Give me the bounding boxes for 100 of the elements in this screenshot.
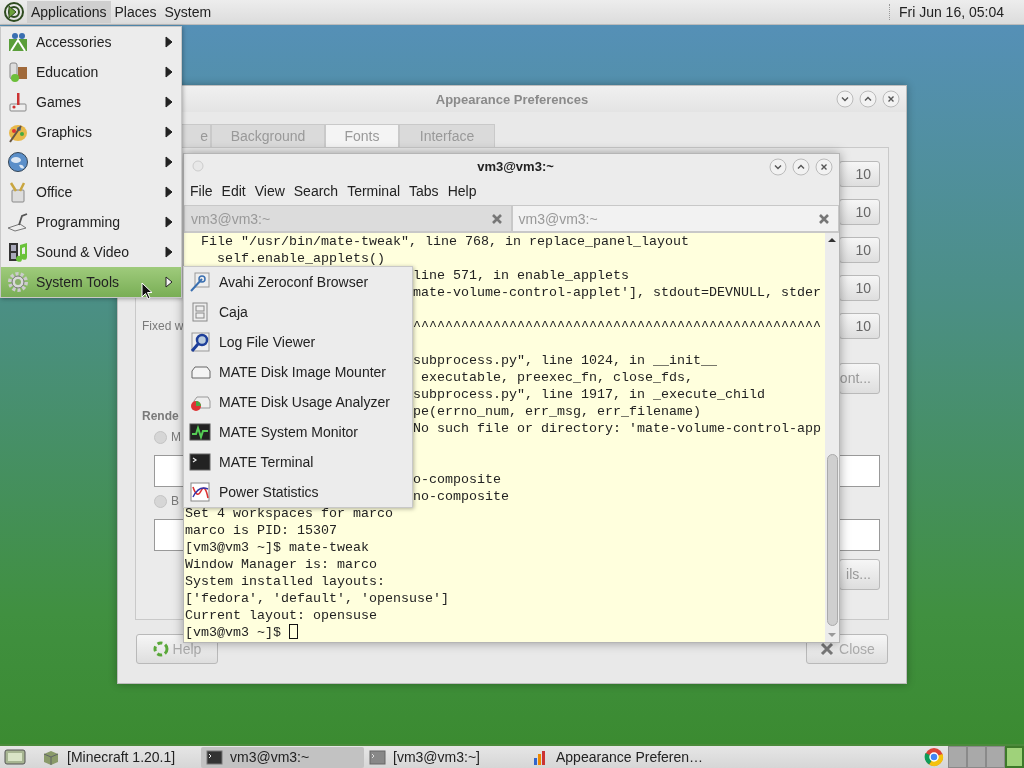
radio-label: M [171,430,181,444]
menu-item[interactable]: Education [1,57,181,87]
clock[interactable]: Fri Jun 16, 05:04 [898,4,1004,20]
menu-item[interactable]: MATE Disk Image Mounter [184,357,412,387]
menu-item[interactable]: Programming [1,207,181,237]
menu-item[interactable]: View [254,183,289,199]
submenu-arrow-icon [165,186,173,198]
close-icon [819,641,836,657]
radio-label: B [171,494,179,508]
workspace[interactable] [1005,746,1024,768]
taskbar-button[interactable]: Appearance Preferen… [527,746,710,768]
flask-icon [7,61,29,83]
submenu-arrow-icon [165,156,173,168]
cabinet-icon [189,301,211,323]
radio-button[interactable] [154,494,167,508]
terminal-line: ^^^^^^^^^^^^^^^^^^^^^^^^^^^^^^^^^^^^^^^^^^^^^^^^^^^ [413,319,821,334]
browser-icon[interactable] [924,747,944,767]
submenu-arrow-icon [165,216,173,228]
terminal-line: executable, preexec_fn, close_fds, [420,370,693,385]
terminal-line: o-composite [413,472,501,487]
terminal-icon [206,748,223,766]
menu-item[interactable]: Power Statistics [184,477,412,507]
panel-menu[interactable]: Applications [27,1,111,23]
menu-item[interactable]: Caja [184,297,412,327]
scrollbar-thumb[interactable] [826,454,838,626]
gear-icon [7,271,29,293]
terminal-line: no-composite [413,489,509,504]
show-desktop-icon[interactable] [4,748,26,766]
mouse-pointer-icon [141,282,153,300]
minimize-button[interactable] [769,158,787,176]
lifebuoy-icon [152,641,169,657]
magnifier-icon [189,331,211,353]
submenu-arrow-icon [165,36,173,48]
font-size-button[interactable]: 10 [839,313,880,339]
menu-item[interactable]: Avahi Zeroconf Browser [184,267,412,297]
window-title: vm3@vm3:~ [477,159,554,174]
menu-item[interactable]: Accessories [1,27,181,57]
terminal-line: marco is PID: 15307 [185,523,337,538]
scrollbar[interactable] [825,233,839,642]
menu-item[interactable]: MATE Terminal [184,447,412,477]
terminal-line: mate-volume-control-applet'], stdout=DEVNULL, stder [413,285,821,300]
terminal-line: ['fedora', 'default', 'opensuse'] [185,591,449,606]
menu-item[interactable]: System Tools [1,267,181,297]
joystick-icon [7,91,29,113]
font-size-button[interactable]: 10 [839,161,880,187]
trowel-icon [7,211,29,233]
font-size-button[interactable]: 10 [839,199,880,225]
close-tab-icon[interactable] [818,212,830,225]
text-cursor [289,624,298,639]
menu-item[interactable]: Log File Viewer [184,327,412,357]
close-tab-icon[interactable] [490,212,503,225]
terminal-line: File "/usr/bin/mate-tweak", line 768, in replace_panel_layout [200,234,689,249]
menu-item[interactable]: Office [1,177,181,207]
font-size-button[interactable]: 10 [839,275,880,301]
window-title: Appearance Preferences [435,91,589,107]
maximize-button[interactable] [792,158,810,176]
close-button[interactable] [815,158,833,176]
panel-menu[interactable]: Places [110,1,161,23]
tools-icon [7,31,29,53]
menu-item[interactable]: MATE System Monitor [184,417,412,447]
terminal-line: [vm3@vm3 ~]$ mate-tweak [185,540,369,555]
tab-label: vm3@vm3:~ [191,210,271,227]
menu-item[interactable]: File [190,183,217,199]
terminal-line: Current layout: opensuse [185,608,377,623]
menu-item[interactable]: Tabs [409,183,443,199]
tab-label: vm3@vm3:~ [518,210,598,227]
film-icon [7,241,29,263]
menu-item[interactable]: Edit [221,183,250,199]
globe-icon [7,151,29,173]
pin-icon [189,271,211,293]
submenu-arrow-icon [165,246,173,258]
cube-icon [43,748,60,766]
mate-logo-icon[interactable] [4,2,24,22]
radio-button[interactable] [154,430,167,444]
minimize-button[interactable] [836,90,854,108]
submenu-arrow-icon [165,66,173,78]
font-size-button[interactable]: 10 [839,237,880,263]
scroll-down-arrow-icon[interactable] [827,632,837,638]
menu-item[interactable]: MATE Disk Usage Analyzer [184,387,412,417]
terminal-line: No such file or directory: 'mate-volume-control-app [413,421,821,436]
terminal-line: self.enable_applets() [216,251,385,266]
terminal-icon [369,748,386,766]
maximize-button[interactable] [859,90,877,108]
taskbar-button[interactable]: [Minecraft 1.20.1] [38,746,201,768]
taskbar-button[interactable]: [vm3@vm3:~] [364,746,527,768]
taskbar-button[interactable]: vm3@vm3:~ [201,746,364,768]
close-button[interactable] [882,90,900,108]
menu-item[interactable]: Sound & Video [1,237,181,267]
terminal-icon [189,451,211,473]
scroll-up-arrow-icon[interactable] [827,237,837,243]
terminal-line: subprocess.py", line 1024, in __init__ [413,353,717,368]
menu-item[interactable]: Terminal [347,183,405,199]
terminal-line: line 571, in enable_applets [413,268,629,283]
terminal-line: subprocess.py", line 1917, in _execute_child [413,387,765,402]
menu-item[interactable]: Search [293,183,343,199]
menu-item[interactable]: Help [447,183,481,199]
menu-item[interactable]: Internet [1,147,181,177]
panel-menu[interactable]: System [160,1,216,23]
menu-item[interactable]: Games [1,87,181,117]
submenu-arrow-icon [165,276,173,288]
